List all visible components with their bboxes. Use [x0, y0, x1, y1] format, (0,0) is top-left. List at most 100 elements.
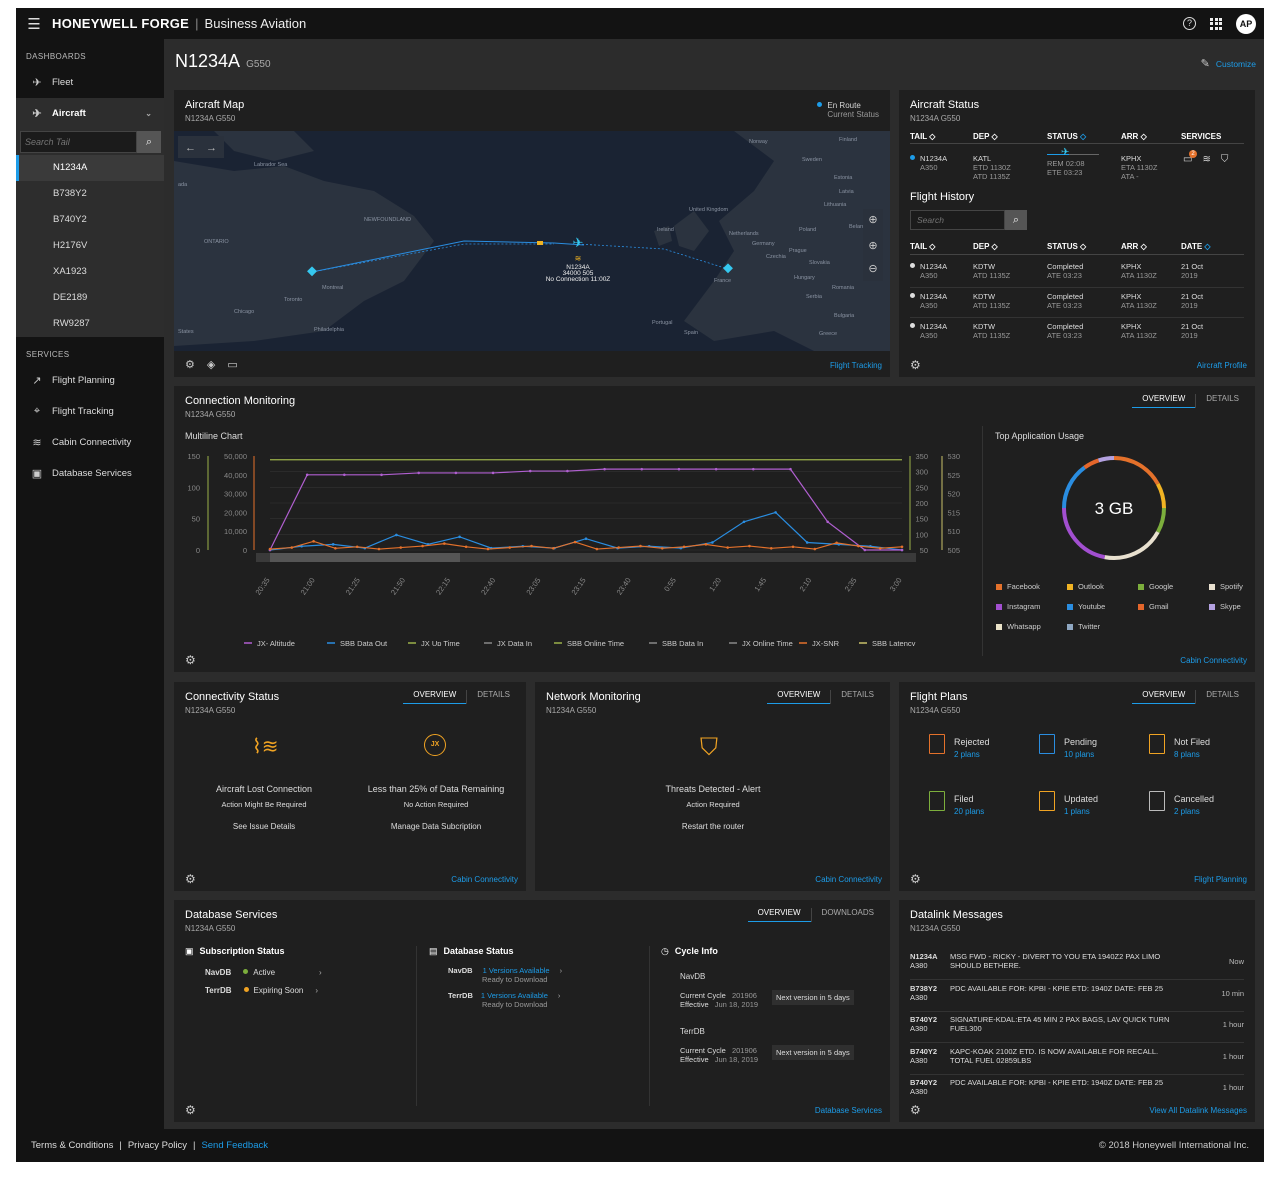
status-row[interactable]: N1234A A350 — [910, 154, 947, 172]
donut-slice-google[interactable] — [1156, 507, 1166, 534]
donut-slice-outlook[interactable] — [1156, 482, 1166, 509]
restart-router[interactable]: Restart the router — [623, 822, 803, 831]
flight-planning-link[interactable]: Flight Planning — [1194, 875, 1247, 884]
manage-data-link[interactable]: Manage Data Subcription — [346, 822, 526, 831]
usage-legend-item[interactable]: Gmail — [1138, 602, 1169, 611]
gear-icon[interactable]: ⚙ — [185, 654, 197, 666]
zoom-in-icon[interactable]: ⊕ — [868, 240, 877, 252]
arrow-left-icon[interactable]: ← — [185, 142, 196, 154]
shield-icon[interactable]: ⛉ — [1221, 154, 1229, 165]
plan-status-item[interactable]: Filed 20 plans — [954, 793, 984, 818]
gear-icon[interactable]: ⚙ — [185, 358, 195, 371]
cabin-connectivity-link[interactable]: Cabin Connectivity — [1180, 656, 1247, 665]
menu-icon[interactable]: ☰ — [16, 15, 52, 33]
sidebar-item-fleet[interactable]: ✈ Fleet — [16, 67, 164, 98]
gear-icon[interactable]: ⚙ — [185, 1104, 197, 1116]
sidebar-item-cabin-connectivity[interactable]: ≋ Cabin Connectivity — [16, 427, 164, 458]
datalink-message[interactable]: N1234A A380 MSG FWD - RICKY - DIVERT TO Y… — [910, 952, 1244, 980]
sidebar-item-database-services[interactable]: ▣ Database Services — [16, 458, 164, 489]
terrdb-status[interactable]: TerrDB 1 Versions Available › Ready to Down… — [448, 991, 560, 1009]
help-icon[interactable]: ? — [1183, 17, 1196, 30]
tab-overview[interactable]: OVERVIEW — [1132, 690, 1196, 704]
col-arr[interactable]: ARR ◇ — [1121, 242, 1147, 251]
datalink-message[interactable]: B740Y2 A380 PDC AVAILABLE FOR: KPBI - KPI… — [910, 1078, 1244, 1106]
history-search-input[interactable] — [910, 210, 1005, 230]
aircraft-profile-link[interactable]: Aircraft Profile — [1197, 361, 1247, 370]
sidebar-item-flight-tracking[interactable]: ⌖ Flight Tracking — [16, 396, 164, 427]
multiline-chart[interactable]: 0 50 100 150 0 10,000 20,000 30,000 40,000 50,000… — [174, 446, 984, 646]
search-icon[interactable]: ⌕ — [137, 131, 161, 153]
usage-legend-item[interactable]: Youtube — [1067, 602, 1105, 611]
privacy-link[interactable]: Privacy Policy — [128, 1140, 187, 1151]
usage-legend-item[interactable]: Google — [1138, 582, 1173, 591]
wifi-icon[interactable]: ≋ — [1202, 154, 1210, 165]
chart-scroll-thumb[interactable] — [270, 553, 460, 562]
legend-item[interactable]: SBB Latency — [872, 639, 916, 646]
donut-slice-facebook[interactable] — [1113, 456, 1160, 485]
message-icon[interactable]: ▭ 2 — [1183, 150, 1197, 165]
legend-item[interactable]: SBB Data Out — [340, 639, 388, 646]
apps-grid-icon[interactable] — [1210, 17, 1222, 30]
usage-legend-item[interactable]: Instagram — [996, 602, 1040, 611]
tab-downloads[interactable]: DOWNLOADS — [810, 908, 884, 922]
donut-slice-gmail[interactable] — [1083, 458, 1100, 470]
col-arr[interactable]: ARR ◇ — [1121, 132, 1147, 141]
tail-item[interactable]: XA1923 — [16, 259, 164, 285]
col-tail[interactable]: TAIL ◇ — [910, 132, 935, 141]
arrow-right-icon[interactable]: → — [206, 142, 217, 154]
layers-icon[interactable]: ◈ — [207, 358, 215, 371]
terrdb-subscription[interactable]: TerrDB Expiring Soon › — [205, 986, 318, 995]
feedback-link[interactable]: Send Feedback — [201, 1140, 268, 1151]
customize-button[interactable]: ✎ Customize — [1201, 57, 1256, 70]
tail-item[interactable]: N1234A — [16, 155, 164, 181]
tail-item[interactable]: B740Y2 — [16, 207, 164, 233]
tail-item[interactable]: B738Y2 — [16, 181, 164, 207]
datalink-message[interactable]: B738Y2 A380 PDC AVAILABLE FOR: KPBI - KPI… — [910, 984, 1244, 1012]
plan-status-item[interactable]: Rejected 2 plans — [954, 736, 990, 761]
col-dep[interactable]: DEP ◇ — [973, 242, 998, 251]
tab-details[interactable]: DETAILS — [830, 690, 884, 704]
col-status[interactable]: STATUS ◇ — [1047, 242, 1086, 251]
aircraft-plane-icon[interactable]: ✈ — [573, 235, 584, 250]
history-row[interactable]: N1234A A350 — [910, 292, 947, 310]
zoom-out-icon[interactable]: ⊖ — [868, 263, 877, 275]
gear-icon[interactable]: ⚙ — [910, 1104, 922, 1116]
plan-status-item[interactable]: Not Filed 8 plans — [1174, 736, 1210, 761]
col-date[interactable]: DATE ◇ — [1181, 242, 1211, 251]
sidebar-item-aircraft[interactable]: ✈ Aircraft ⌄ — [16, 98, 164, 129]
plan-status-item[interactable]: Pending 10 plans — [1064, 736, 1097, 761]
plan-status-item[interactable]: Updated 1 plans — [1064, 793, 1098, 818]
tab-details[interactable]: DETAILS — [466, 690, 520, 704]
tail-item[interactable]: DE2189 — [16, 285, 164, 311]
usage-legend-item[interactable]: Skype — [1209, 602, 1241, 611]
legend-item[interactable]: SBB Online Time — [567, 639, 624, 646]
recenter-icon[interactable]: ⊕ — [868, 214, 877, 226]
sidebar-item-flight-planning[interactable]: ↗ Flight Planning — [16, 365, 164, 396]
tab-details[interactable]: DETAILS — [1195, 690, 1249, 704]
navdb-subscription[interactable]: NavDB Active › — [205, 968, 322, 977]
avatar[interactable]: AP — [1236, 13, 1256, 34]
history-row[interactable]: N1234A A350 — [910, 262, 947, 280]
legend-item[interactable]: JX Up Time — [421, 639, 460, 646]
search-icon[interactable]: ⌕ — [1005, 210, 1027, 230]
usage-legend-item[interactable]: Outlook — [1067, 582, 1104, 591]
usage-legend-item[interactable]: Facebook — [996, 582, 1040, 591]
view-all-messages-link[interactable]: View All Datalink Messages — [1149, 1106, 1247, 1115]
navdb-status[interactable]: NavDB 1 Versions Available › Ready to Downl… — [448, 966, 562, 984]
donut-slice-youtube[interactable] — [1062, 465, 1086, 509]
legend-item[interactable]: JX- Altitude — [257, 639, 295, 646]
tab-overview[interactable]: OVERVIEW — [767, 690, 831, 704]
gear-icon[interactable]: ⚙ — [185, 873, 197, 885]
tail-item[interactable]: H2176V — [16, 233, 164, 259]
database-services-link[interactable]: Database Services — [815, 1106, 882, 1115]
col-dep[interactable]: DEP ◇ — [973, 132, 998, 141]
cabin-connectivity-link[interactable]: Cabin Connectivity — [451, 875, 518, 884]
datalink-message[interactable]: B740Y2 A380 KAPC-KOAK 2100Z ETD. IS NOW A… — [910, 1047, 1244, 1075]
usage-legend-item[interactable]: Spotify — [1209, 582, 1243, 591]
usage-donut-chart[interactable]: 3 GB — [1054, 448, 1174, 568]
datalink-message[interactable]: B740Y2 A380 SIGNATURE-KDAL:ETA 45 MIN 2 P… — [910, 1015, 1244, 1043]
col-tail[interactable]: TAIL ◇ — [910, 242, 935, 251]
gear-icon[interactable]: ⚙ — [910, 873, 922, 885]
legend-item[interactable]: JX-SNR — [812, 639, 840, 646]
monitor-icon[interactable]: ▭ — [227, 358, 237, 371]
